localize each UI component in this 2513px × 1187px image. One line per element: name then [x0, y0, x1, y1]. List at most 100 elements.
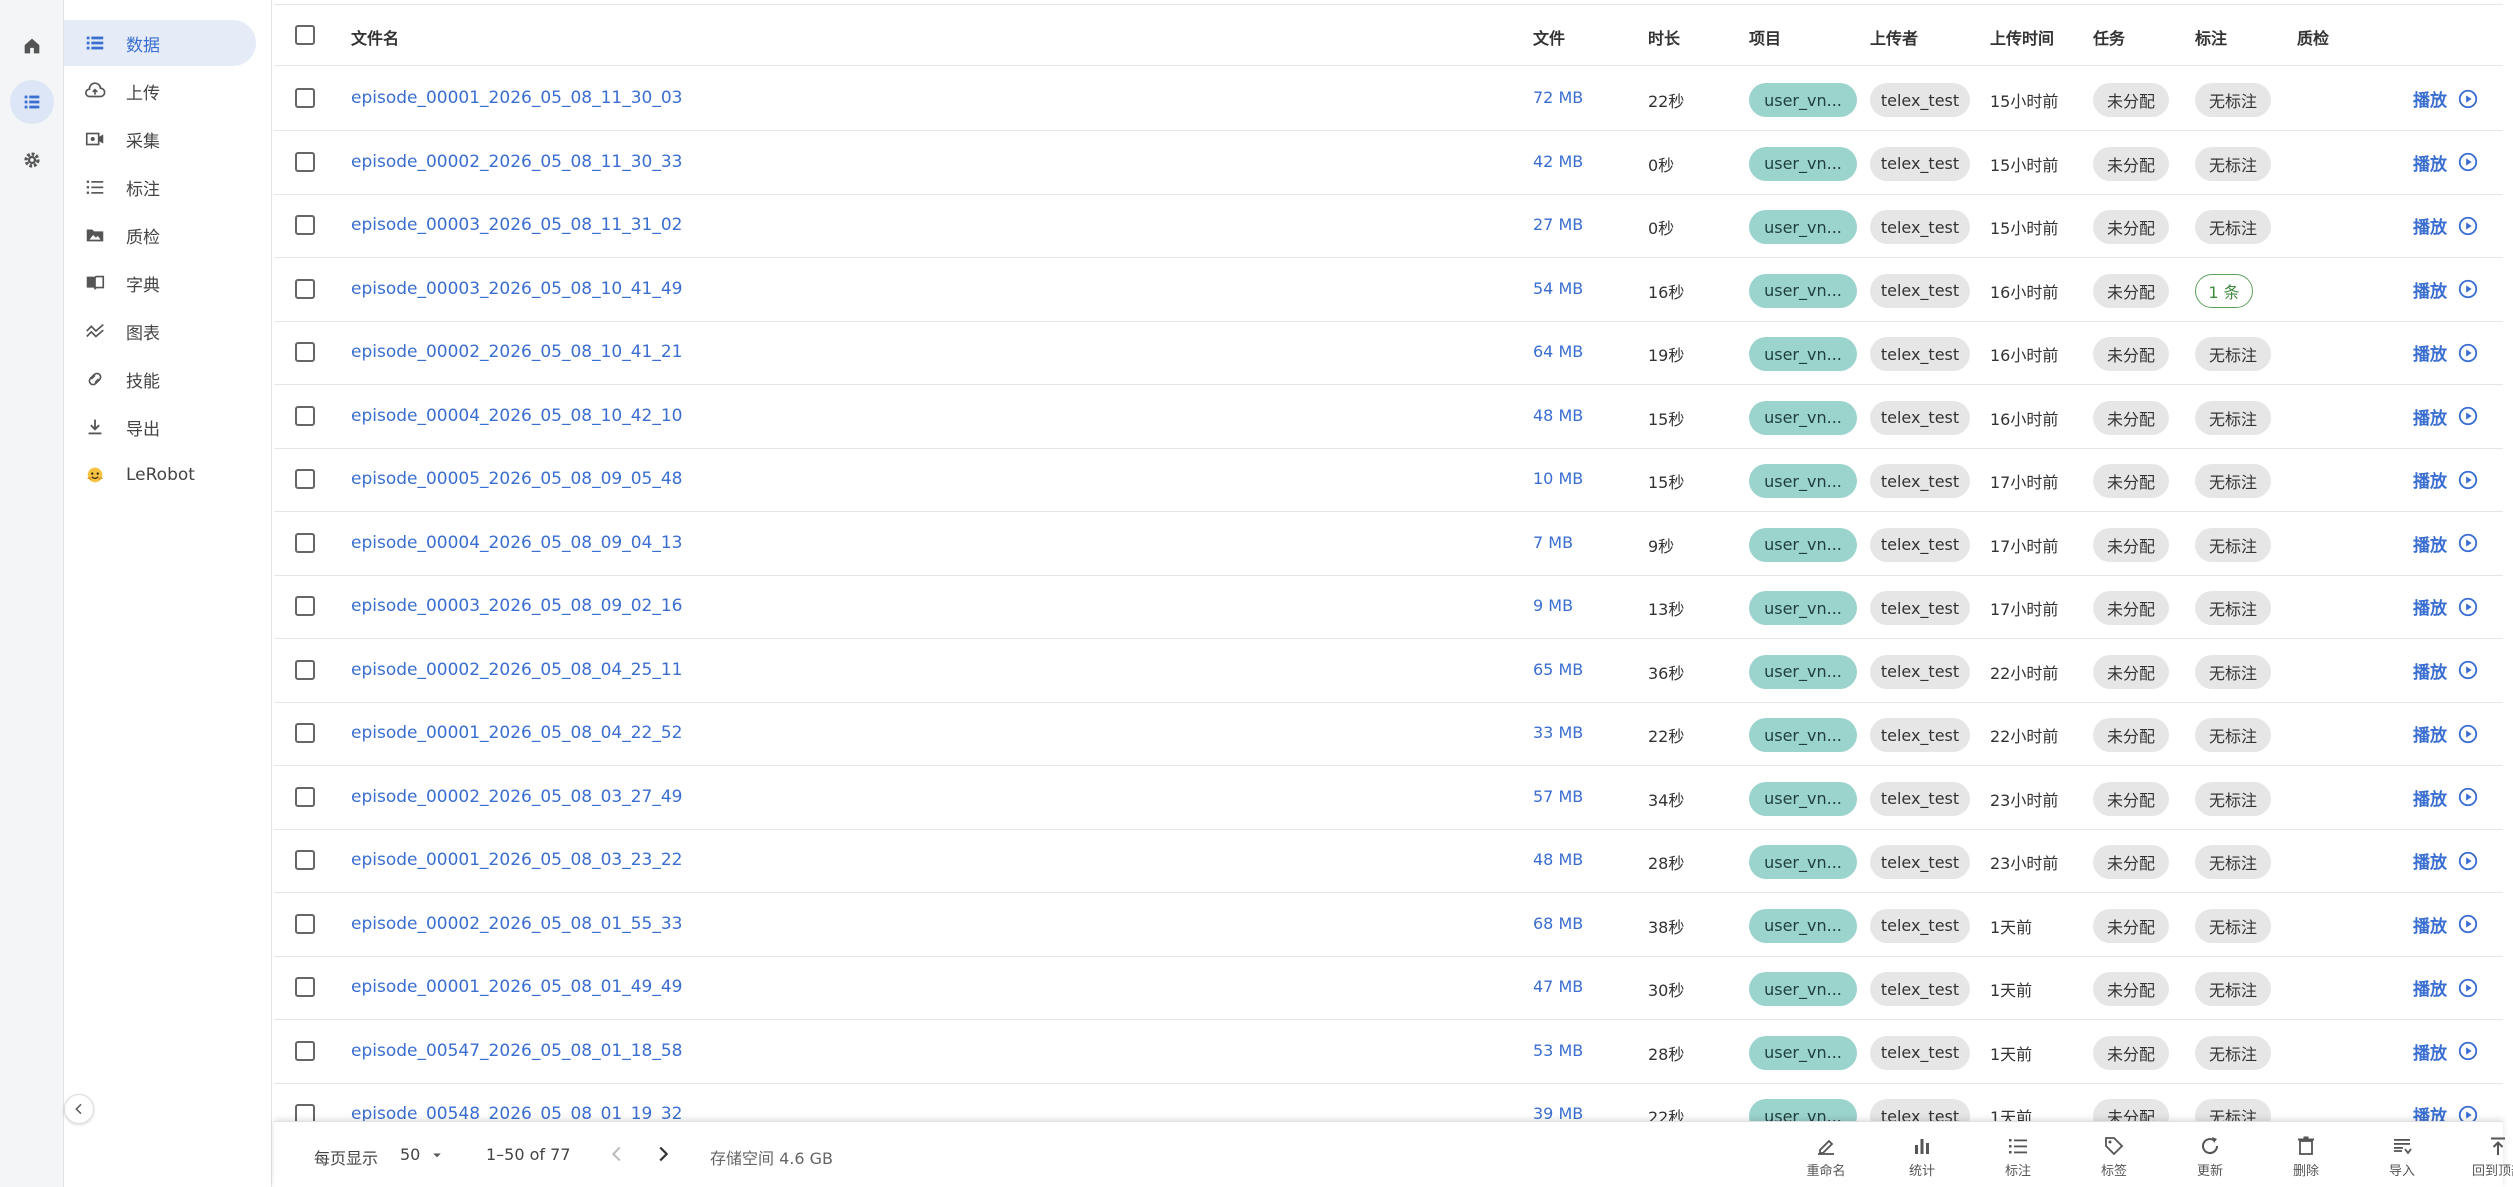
- task-chip[interactable]: 未分配: [2093, 527, 2169, 562]
- project-chip[interactable]: user_vn...: [1749, 527, 1857, 562]
- task-chip[interactable]: 未分配: [2093, 337, 2169, 371]
- project-chip[interactable]: user_vn...: [1749, 400, 1857, 435]
- file-name-link[interactable]: episode_00004_2026_05_08_10_42_10: [351, 406, 682, 426]
- nav-item-dictionary[interactable]: 字典: [64, 260, 256, 306]
- label-chip[interactable]: 无标注: [2195, 908, 2271, 943]
- file-size-link[interactable]: 65 MB: [1533, 660, 1583, 679]
- play-button[interactable]: 播放: [2413, 594, 2479, 619]
- uploader-chip[interactable]: telex_test: [1870, 527, 1970, 562]
- row-checkbox[interactable]: [295, 850, 315, 870]
- label-chip[interactable]: 无标注: [2195, 654, 2271, 689]
- task-chip[interactable]: 未分配: [2093, 718, 2169, 752]
- label-chip[interactable]: 无标注: [2195, 83, 2271, 117]
- footer-tool-import-button[interactable]: 导入: [2367, 1134, 2437, 1179]
- play-button[interactable]: 播放: [2413, 785, 2479, 810]
- table-row[interactable]: episode_00003_2026_05_08_09_02_16 9 MB 13秒…: [274, 576, 2503, 639]
- nav-item-upload[interactable]: 上传: [64, 68, 256, 114]
- uploader-chip[interactable]: telex_test: [1870, 845, 1970, 879]
- uploader-chip[interactable]: telex_test: [1870, 146, 1970, 181]
- header-filename[interactable]: 文件名: [351, 25, 399, 49]
- per-page-select[interactable]: 50: [400, 1145, 446, 1164]
- footer-tool-checklist-button[interactable]: 标注: [1983, 1134, 2053, 1179]
- file-size-link[interactable]: 9 MB: [1533, 596, 1573, 615]
- task-chip[interactable]: 未分配: [2093, 591, 2169, 625]
- task-chip[interactable]: 未分配: [2093, 83, 2169, 117]
- file-name-link[interactable]: episode_00002_2026_05_08_10_41_21: [351, 342, 682, 362]
- project-chip[interactable]: user_vn...: [1749, 972, 1857, 1006]
- label-chip[interactable]: 无标注: [2195, 845, 2271, 879]
- file-size-link[interactable]: 48 MB: [1533, 850, 1583, 869]
- play-button[interactable]: 播放: [2413, 721, 2479, 746]
- file-name-link[interactable]: episode_00003_2026_05_08_10_41_49: [351, 279, 682, 299]
- play-button[interactable]: 播放: [2413, 848, 2479, 873]
- gear-icon[interactable]: [10, 138, 54, 182]
- row-checkbox[interactable]: [295, 215, 315, 235]
- uploader-chip[interactable]: telex_test: [1870, 83, 1970, 117]
- table-row[interactable]: episode_00001_2026_05_08_11_30_03 72 MB 22…: [274, 68, 2503, 131]
- table-row[interactable]: episode_00001_2026_05_08_01_49_49 47 MB 30…: [274, 957, 2503, 1020]
- file-size-link[interactable]: 68 MB: [1533, 914, 1583, 933]
- project-chip[interactable]: user_vn...: [1749, 210, 1857, 244]
- play-button[interactable]: 播放: [2413, 404, 2479, 429]
- nav-item-skills[interactable]: 技能: [64, 356, 256, 402]
- row-checkbox[interactable]: [295, 596, 315, 616]
- list-icon[interactable]: [10, 80, 54, 124]
- file-name-link[interactable]: episode_00001_2026_05_08_01_49_49: [351, 977, 682, 997]
- table-row[interactable]: episode_00002_2026_05_08_04_25_11 65 MB 36…: [274, 640, 2503, 703]
- row-checkbox[interactable]: [295, 786, 315, 807]
- uploader-chip[interactable]: telex_test: [1870, 1035, 1970, 1070]
- footer-tool-bar-chart-button[interactable]: 统计: [1887, 1134, 1957, 1179]
- uploader-chip[interactable]: telex_test: [1870, 718, 1970, 752]
- label-chip[interactable]: 无标注: [2195, 337, 2271, 371]
- nav-item-lerobot[interactable]: LeRobot: [64, 452, 256, 498]
- label-chip[interactable]: 无标注: [2195, 972, 2271, 1006]
- table-row[interactable]: episode_00002_2026_05_08_10_41_21 64 MB 19…: [274, 322, 2503, 385]
- table-row[interactable]: episode_00547_2026_05_08_01_18_58 53 MB 28…: [274, 1021, 2503, 1084]
- collapse-drawer-button[interactable]: [64, 1094, 94, 1124]
- nav-item-capture[interactable]: 采集: [64, 116, 256, 162]
- play-button[interactable]: 播放: [2413, 467, 2479, 492]
- project-chip[interactable]: user_vn...: [1749, 591, 1857, 625]
- uploader-chip[interactable]: telex_test: [1870, 400, 1970, 435]
- nav-item-export[interactable]: 导出: [64, 404, 256, 450]
- file-name-link[interactable]: episode_00003_2026_05_08_11_31_02: [351, 215, 682, 235]
- prev-page-button[interactable]: [606, 1143, 628, 1169]
- row-checkbox[interactable]: [295, 342, 315, 362]
- label-chip[interactable]: 无标注: [2195, 464, 2271, 498]
- footer-tool-rename-button[interactable]: 重命名: [1791, 1134, 1861, 1179]
- uploader-chip[interactable]: telex_test: [1870, 273, 1970, 308]
- header-uploader[interactable]: 上传者: [1870, 25, 1918, 49]
- footer-tool-trash-button[interactable]: 删除: [2271, 1134, 2341, 1179]
- play-button[interactable]: 播放: [2413, 975, 2479, 1000]
- play-button[interactable]: 播放: [2413, 340, 2479, 365]
- task-chip[interactable]: 未分配: [2093, 464, 2169, 498]
- table-row[interactable]: episode_00002_2026_05_08_01_55_33 68 MB 38…: [274, 894, 2503, 957]
- label-chip[interactable]: 无标注: [2195, 527, 2271, 562]
- label-chip[interactable]: 无标注: [2195, 146, 2271, 181]
- home-icon[interactable]: [10, 24, 54, 68]
- project-chip[interactable]: user_vn...: [1749, 146, 1857, 181]
- label-chip[interactable]: 无标注: [2195, 781, 2271, 816]
- play-button[interactable]: 播放: [2413, 277, 2479, 302]
- footer-tool-tag-button[interactable]: 标签: [2079, 1134, 2149, 1179]
- label-chip[interactable]: 无标注: [2195, 591, 2271, 625]
- row-checkbox[interactable]: [295, 659, 315, 680]
- file-size-link[interactable]: 27 MB: [1533, 215, 1583, 234]
- file-name-link[interactable]: episode_00003_2026_05_08_09_02_16: [351, 596, 682, 616]
- uploader-chip[interactable]: telex_test: [1870, 972, 1970, 1006]
- row-checkbox[interactable]: [295, 913, 315, 934]
- file-name-link[interactable]: episode_00002_2026_05_08_01_55_33: [351, 914, 682, 934]
- task-chip[interactable]: 未分配: [2093, 781, 2169, 816]
- footer-tool-refresh-button[interactable]: 更新: [2175, 1134, 2245, 1179]
- row-checkbox[interactable]: [295, 151, 315, 172]
- row-checkbox[interactable]: [295, 532, 315, 553]
- file-size-link[interactable]: 54 MB: [1533, 279, 1583, 298]
- file-size-link[interactable]: 53 MB: [1533, 1041, 1583, 1060]
- file-size-link[interactable]: 7 MB: [1533, 533, 1573, 552]
- row-checkbox[interactable]: [295, 469, 315, 489]
- nav-item-annotate[interactable]: 标注: [64, 164, 256, 210]
- nav-item-charts[interactable]: 图表: [64, 308, 256, 354]
- file-size-link[interactable]: 10 MB: [1533, 469, 1583, 488]
- label-chip[interactable]: 无标注: [2195, 718, 2271, 752]
- project-chip[interactable]: user_vn...: [1749, 83, 1857, 117]
